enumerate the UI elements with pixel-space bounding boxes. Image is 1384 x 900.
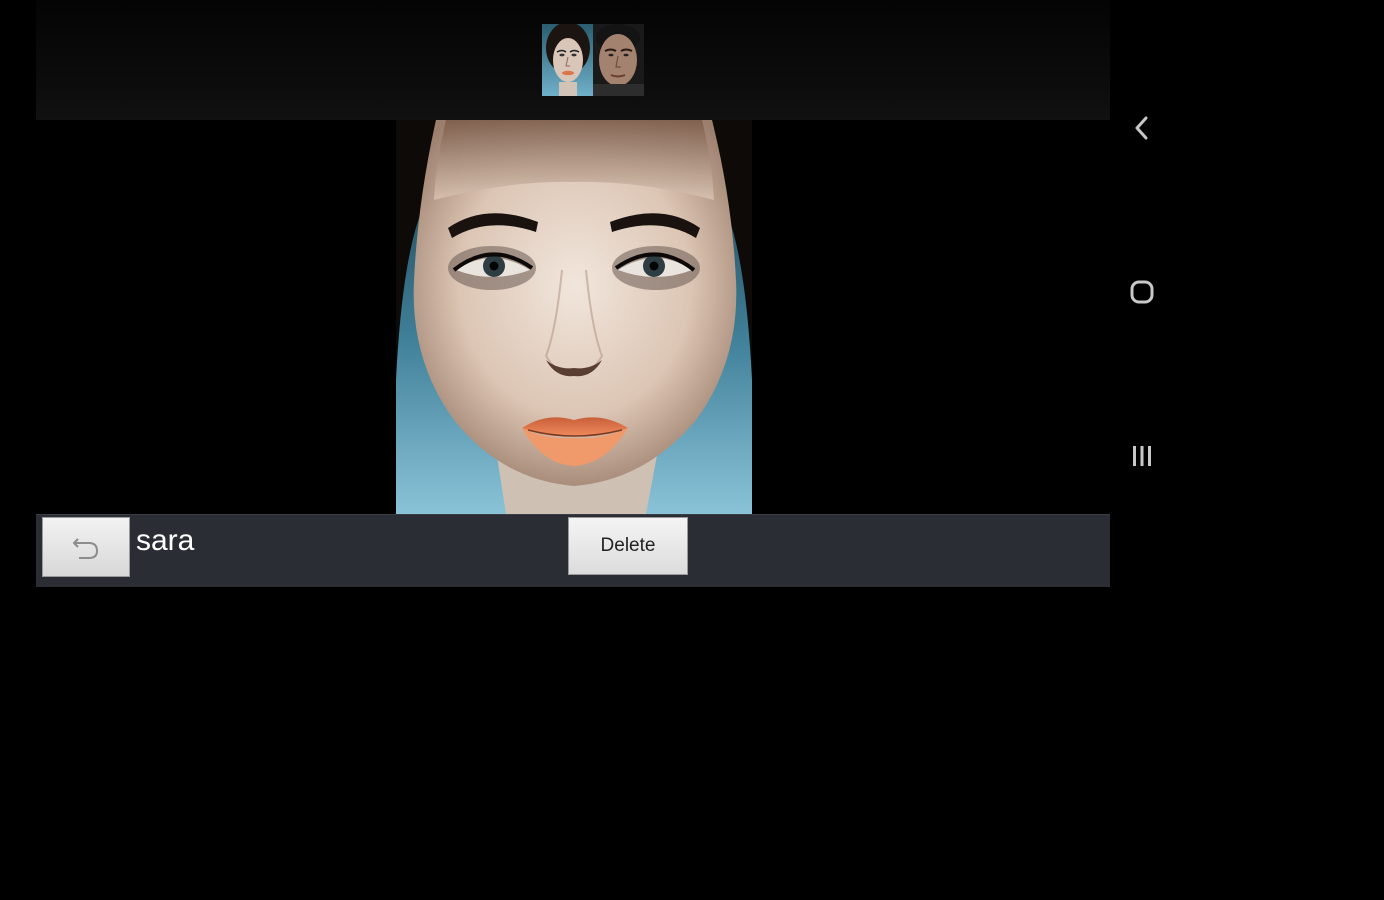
- home-icon: [1130, 280, 1154, 304]
- back-icon: [1135, 116, 1148, 140]
- man-face-thumbnail-icon: [593, 24, 644, 96]
- thumbnail-man[interactable]: [593, 24, 644, 96]
- thumbnail-strip: [36, 0, 1110, 120]
- home-button[interactable]: [1122, 272, 1162, 312]
- person-name: sara: [136, 524, 195, 557]
- delete-button[interactable]: Delete: [568, 517, 688, 575]
- recents-icon: [1133, 446, 1151, 466]
- back-button[interactable]: [1122, 108, 1162, 148]
- woman-face-photo-icon: [396, 120, 752, 514]
- face-editor-screen: sara Delete: [0, 0, 1384, 900]
- recents-button[interactable]: [1122, 436, 1162, 476]
- undo-button[interactable]: [42, 517, 130, 577]
- woman-face-thumbnail-icon: [542, 24, 593, 96]
- face-photo: [396, 120, 752, 514]
- navigation-bar: [1110, 0, 1174, 900]
- undo-icon: [73, 538, 99, 559]
- thumbnail-woman[interactable]: [542, 24, 593, 96]
- bottom-toolbar: sara Delete: [36, 514, 1110, 587]
